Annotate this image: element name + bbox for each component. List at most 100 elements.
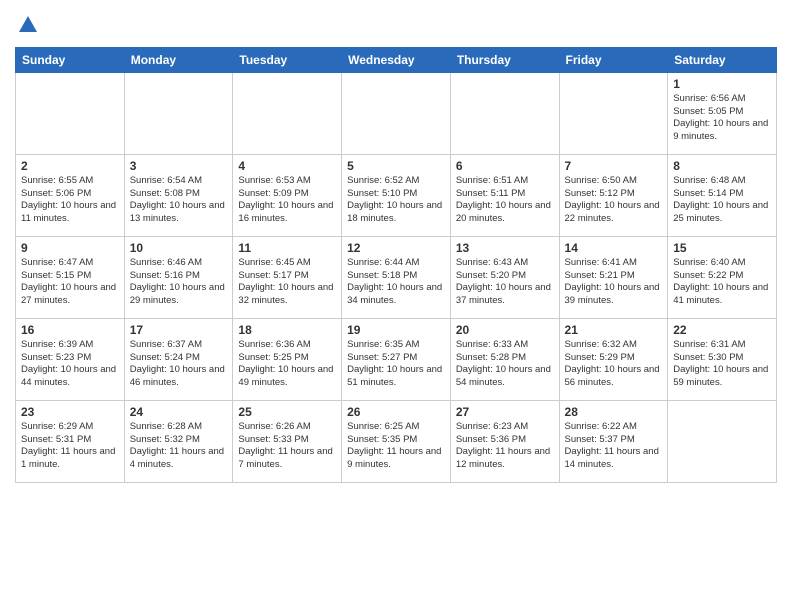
day-number: 4 [238,159,336,173]
calendar-cell: 10 Sunrise: 6:46 AM Sunset: 5:16 PM Dayli… [124,236,233,318]
calendar-cell: 16 Sunrise: 6:39 AM Sunset: 5:23 PM Dayli… [16,318,125,400]
calendar-header-row: SundayMondayTuesdayWednesdayThursdayFrid… [16,47,777,72]
calendar-cell [233,72,342,154]
calendar-cell: 3 Sunrise: 6:54 AM Sunset: 5:08 PM Daylig… [124,154,233,236]
day-number: 21 [565,323,663,337]
cell-info: Sunrise: 6:44 AM Sunset: 5:18 PM Dayligh… [347,257,445,308]
day-number: 10 [130,241,228,255]
day-number: 26 [347,405,445,419]
day-header-saturday: Saturday [668,47,777,72]
cell-info: Sunrise: 6:32 AM Sunset: 5:29 PM Dayligh… [565,339,663,390]
calendar-week-row: 1 Sunrise: 6:56 AM Sunset: 5:05 PM Daylig… [16,72,777,154]
day-number: 19 [347,323,445,337]
cell-info: Sunrise: 6:23 AM Sunset: 5:36 PM Dayligh… [456,421,554,472]
calendar-cell: 27 Sunrise: 6:23 AM Sunset: 5:36 PM Dayli… [450,400,559,482]
day-number: 9 [21,241,119,255]
cell-info: Sunrise: 6:52 AM Sunset: 5:10 PM Dayligh… [347,175,445,226]
calendar-cell: 21 Sunrise: 6:32 AM Sunset: 5:29 PM Dayli… [559,318,668,400]
cell-info: Sunrise: 6:26 AM Sunset: 5:33 PM Dayligh… [238,421,336,472]
calendar-cell [668,400,777,482]
calendar-cell: 11 Sunrise: 6:45 AM Sunset: 5:17 PM Dayli… [233,236,342,318]
day-header-sunday: Sunday [16,47,125,72]
cell-info: Sunrise: 6:22 AM Sunset: 5:37 PM Dayligh… [565,421,663,472]
day-number: 22 [673,323,771,337]
cell-info: Sunrise: 6:39 AM Sunset: 5:23 PM Dayligh… [21,339,119,390]
day-header-thursday: Thursday [450,47,559,72]
cell-info: Sunrise: 6:33 AM Sunset: 5:28 PM Dayligh… [456,339,554,390]
day-number: 1 [673,77,771,91]
cell-info: Sunrise: 6:55 AM Sunset: 5:06 PM Dayligh… [21,175,119,226]
cell-info: Sunrise: 6:48 AM Sunset: 5:14 PM Dayligh… [673,175,771,226]
cell-info: Sunrise: 6:45 AM Sunset: 5:17 PM Dayligh… [238,257,336,308]
cell-info: Sunrise: 6:56 AM Sunset: 5:05 PM Dayligh… [673,93,771,144]
day-number: 7 [565,159,663,173]
calendar-cell: 13 Sunrise: 6:43 AM Sunset: 5:20 PM Dayli… [450,236,559,318]
calendar-cell: 28 Sunrise: 6:22 AM Sunset: 5:37 PM Dayli… [559,400,668,482]
calendar-cell: 24 Sunrise: 6:28 AM Sunset: 5:32 PM Dayli… [124,400,233,482]
day-number: 11 [238,241,336,255]
calendar-cell: 2 Sunrise: 6:55 AM Sunset: 5:06 PM Daylig… [16,154,125,236]
logo [15,14,39,41]
cell-info: Sunrise: 6:36 AM Sunset: 5:25 PM Dayligh… [238,339,336,390]
day-number: 13 [456,241,554,255]
calendar-cell [450,72,559,154]
cell-info: Sunrise: 6:50 AM Sunset: 5:12 PM Dayligh… [565,175,663,226]
calendar-week-row: 23 Sunrise: 6:29 AM Sunset: 5:31 PM Dayli… [16,400,777,482]
cell-info: Sunrise: 6:51 AM Sunset: 5:11 PM Dayligh… [456,175,554,226]
logo-icon [17,14,39,36]
day-number: 12 [347,241,445,255]
day-number: 24 [130,405,228,419]
day-number: 16 [21,323,119,337]
cell-info: Sunrise: 6:25 AM Sunset: 5:35 PM Dayligh… [347,421,445,472]
calendar-cell: 8Sunrise: 6:48 AM Sunset: 5:14 PM Daylig… [668,154,777,236]
day-number: 23 [21,405,119,419]
cell-info: Sunrise: 6:29 AM Sunset: 5:31 PM Dayligh… [21,421,119,472]
calendar-cell: 15 Sunrise: 6:40 AM Sunset: 5:22 PM Dayli… [668,236,777,318]
day-number: 25 [238,405,336,419]
calendar-cell: 9 Sunrise: 6:47 AM Sunset: 5:15 PM Daylig… [16,236,125,318]
day-header-wednesday: Wednesday [342,47,451,72]
calendar-week-row: 9 Sunrise: 6:47 AM Sunset: 5:15 PM Daylig… [16,236,777,318]
calendar-cell: 20 Sunrise: 6:33 AM Sunset: 5:28 PM Dayli… [450,318,559,400]
day-number: 18 [238,323,336,337]
day-number: 20 [456,323,554,337]
calendar-cell: 17 Sunrise: 6:37 AM Sunset: 5:24 PM Dayli… [124,318,233,400]
cell-info: Sunrise: 6:43 AM Sunset: 5:20 PM Dayligh… [456,257,554,308]
day-header-monday: Monday [124,47,233,72]
cell-info: Sunrise: 6:37 AM Sunset: 5:24 PM Dayligh… [130,339,228,390]
calendar-cell [16,72,125,154]
calendar-cell: 7 Sunrise: 6:50 AM Sunset: 5:12 PM Daylig… [559,154,668,236]
calendar-cell: 18 Sunrise: 6:36 AM Sunset: 5:25 PM Dayli… [233,318,342,400]
calendar-cell [342,72,451,154]
day-number: 6 [456,159,554,173]
calendar-cell: 25 Sunrise: 6:26 AM Sunset: 5:33 PM Dayli… [233,400,342,482]
day-number: 15 [673,241,771,255]
cell-info: Sunrise: 6:54 AM Sunset: 5:08 PM Dayligh… [130,175,228,226]
calendar-cell: 23 Sunrise: 6:29 AM Sunset: 5:31 PM Dayli… [16,400,125,482]
calendar-cell: 19Sunrise: 6:35 AM Sunset: 5:27 PM Dayli… [342,318,451,400]
cell-info: Sunrise: 6:40 AM Sunset: 5:22 PM Dayligh… [673,257,771,308]
calendar-cell: 4Sunrise: 6:53 AM Sunset: 5:09 PM Daylig… [233,154,342,236]
cell-info: Sunrise: 6:41 AM Sunset: 5:21 PM Dayligh… [565,257,663,308]
day-number: 3 [130,159,228,173]
day-number: 2 [21,159,119,173]
calendar-cell [559,72,668,154]
cell-info: Sunrise: 6:46 AM Sunset: 5:16 PM Dayligh… [130,257,228,308]
calendar-week-row: 16 Sunrise: 6:39 AM Sunset: 5:23 PM Dayli… [16,318,777,400]
day-number: 28 [565,405,663,419]
day-header-tuesday: Tuesday [233,47,342,72]
cell-info: Sunrise: 6:47 AM Sunset: 5:15 PM Dayligh… [21,257,119,308]
day-number: 5 [347,159,445,173]
calendar-cell: 5 Sunrise: 6:52 AM Sunset: 5:10 PM Daylig… [342,154,451,236]
calendar-cell [124,72,233,154]
day-number: 14 [565,241,663,255]
cell-info: Sunrise: 6:31 AM Sunset: 5:30 PM Dayligh… [673,339,771,390]
day-header-friday: Friday [559,47,668,72]
calendar-cell: 1 Sunrise: 6:56 AM Sunset: 5:05 PM Daylig… [668,72,777,154]
day-number: 17 [130,323,228,337]
calendar-week-row: 2 Sunrise: 6:55 AM Sunset: 5:06 PM Daylig… [16,154,777,236]
cell-info: Sunrise: 6:28 AM Sunset: 5:32 PM Dayligh… [130,421,228,472]
day-number: 27 [456,405,554,419]
calendar-cell: 26 Sunrise: 6:25 AM Sunset: 5:35 PM Dayli… [342,400,451,482]
calendar-cell: 12 Sunrise: 6:44 AM Sunset: 5:18 PM Dayli… [342,236,451,318]
